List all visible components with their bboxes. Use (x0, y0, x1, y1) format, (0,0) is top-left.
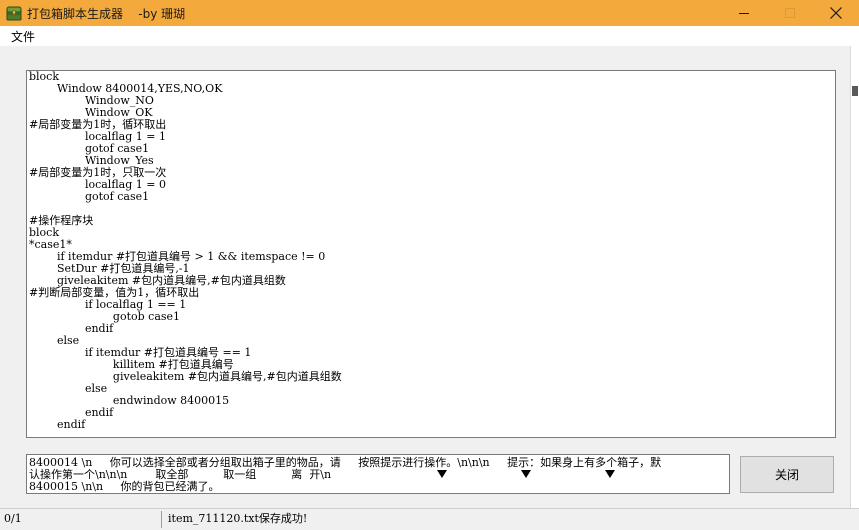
close-icon (830, 7, 842, 19)
status-message: item_711120.txt保存成功! (168, 512, 308, 525)
status-divider (161, 511, 162, 528)
treasure-chest-icon (6, 6, 22, 21)
maximize-icon (785, 8, 795, 18)
menu-file[interactable]: 文件 (9, 28, 37, 45)
window-title: 打包箱脚本生成器 -by 珊瑚 (27, 7, 186, 21)
status-bar: 0/1 item_711120.txt保存成功! (0, 508, 859, 530)
message-line: 8400015 \n\n 你的背包已经满了。 (29, 480, 220, 493)
script-line: gotof case1 (29, 190, 150, 203)
close-button[interactable]: 关闭 (740, 456, 834, 493)
window-close-button[interactable] (813, 0, 859, 26)
triangle-down-icon (437, 470, 447, 478)
script-line: endif (29, 418, 86, 431)
side-strip (850, 46, 859, 508)
side-marker (852, 86, 858, 96)
triangle-down-icon (605, 470, 615, 478)
minimize-icon (739, 13, 749, 14)
script-textarea[interactable]: block Window 8400014,YES,NO,OK Window_NO… (26, 70, 836, 438)
message-textarea[interactable]: 8400014 \n 你可以选择全部或者分组取出箱子里的物品，请 按照提示进行操… (26, 454, 730, 494)
title-bar: 打包箱脚本生成器 -by 珊瑚 (0, 0, 859, 26)
status-count: 0/1 (4, 512, 22, 525)
triangle-down-icon (521, 470, 531, 478)
menu-bar: 文件 (0, 26, 859, 46)
maximize-button[interactable] (767, 0, 813, 26)
minimize-button[interactable] (721, 0, 767, 26)
